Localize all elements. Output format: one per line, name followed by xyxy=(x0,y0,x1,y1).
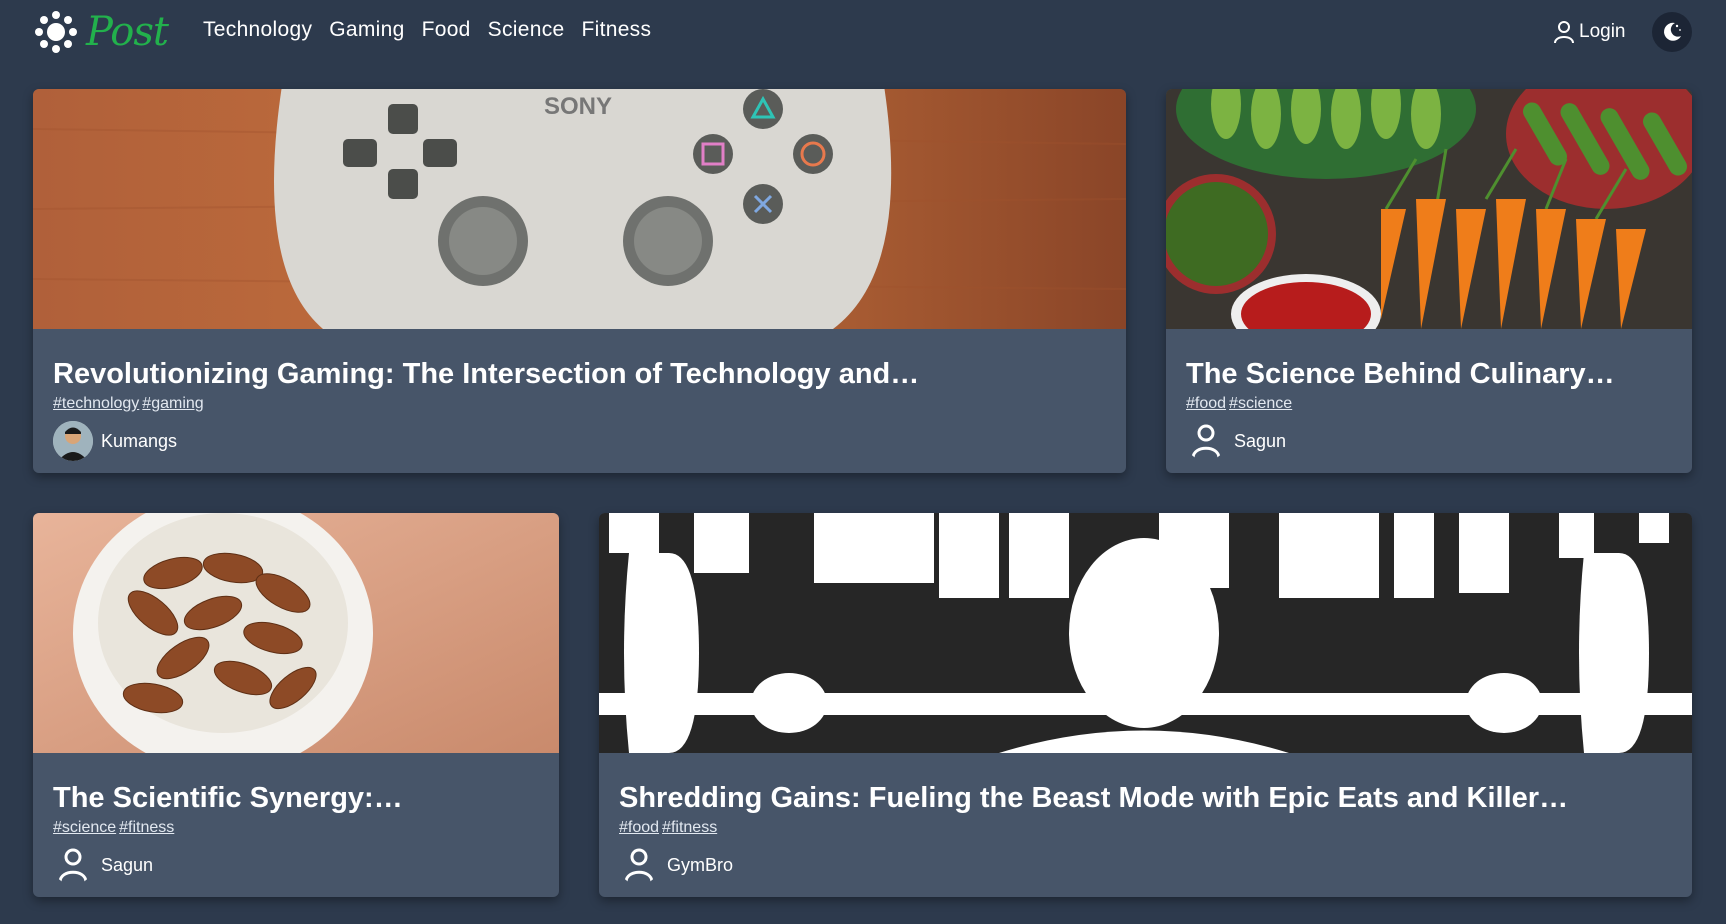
post-card[interactable]: The Scientific Synergy:… #science #fitne… xyxy=(33,513,559,897)
post-card[interactable]: The Science Behind Culinary… #food #scie… xyxy=(1166,89,1692,473)
moon-icon xyxy=(1664,22,1681,41)
author-name: Sagun xyxy=(101,854,154,875)
post-title[interactable]: The Science Behind Culinary… xyxy=(1186,357,1672,391)
author-name: GymBro xyxy=(667,854,734,875)
tag-link[interactable]: #science xyxy=(1229,395,1292,413)
svg-text:SONY: SONY xyxy=(544,93,612,120)
nav-link-technology[interactable]: Technology xyxy=(203,18,312,42)
sun-icon xyxy=(35,11,77,53)
tag-link[interactable]: #technology xyxy=(53,395,139,413)
brand-logo[interactable]: Post xyxy=(34,8,169,56)
nav-link-science[interactable]: Science xyxy=(488,18,565,42)
post-card[interactable]: Shredding Gains: Fueling the Beast Mode … xyxy=(599,513,1692,897)
user-icon xyxy=(1554,21,1574,44)
nav-link-fitness[interactable]: Fitness xyxy=(581,18,651,42)
post-tags: #food #science xyxy=(1186,395,1672,413)
post-tags: #science #fitness xyxy=(53,819,539,837)
post-author[interactable]: GymBro xyxy=(619,845,1672,885)
theme-toggle-button[interactable] xyxy=(1652,12,1692,52)
tag-link[interactable]: #science xyxy=(53,819,116,837)
post-card[interactable]: SONY Revolutionizing Gaming: The Interse… xyxy=(33,89,1126,473)
author-name: Kumangs xyxy=(101,430,178,451)
author-name: Sagun xyxy=(1234,430,1287,451)
post-title[interactable]: Revolutionizing Gaming: The Intersection… xyxy=(53,357,1106,391)
post-author[interactable]: Sagun xyxy=(53,845,539,885)
user-icon xyxy=(53,845,93,885)
post-image-almonds-bowl xyxy=(33,513,559,753)
user-icon xyxy=(619,845,659,885)
tag-link[interactable]: #food xyxy=(1186,395,1226,413)
user-icon xyxy=(1186,421,1226,461)
post-title[interactable]: Shredding Gains: Fueling the Beast Mode … xyxy=(619,781,1672,815)
post-author[interactable]: Sagun xyxy=(1186,421,1672,461)
post-title[interactable]: The Scientific Synergy:… xyxy=(53,781,539,815)
tag-link[interactable]: #fitness xyxy=(119,819,174,837)
nav-link-food[interactable]: Food xyxy=(422,18,471,42)
post-tags: #technology #gaming xyxy=(53,395,1106,413)
tag-link[interactable]: #gaming xyxy=(142,395,203,413)
author-avatar xyxy=(53,421,93,461)
nav-link-gaming[interactable]: Gaming xyxy=(329,18,404,42)
post-image-weightlifter xyxy=(599,513,1692,753)
navbar: Post Technology Gaming Food Science Fitn… xyxy=(0,0,1726,66)
post-image-game-controller: SONY xyxy=(33,89,1126,329)
tag-link[interactable]: #fitness xyxy=(662,819,717,837)
post-image-vegetables xyxy=(1166,89,1692,329)
post-author[interactable]: Kumangs xyxy=(53,421,1106,461)
post-tags: #food #fitness xyxy=(619,819,1672,837)
tag-link[interactable]: #food xyxy=(619,819,659,837)
brand-name: Post xyxy=(86,9,169,55)
login-label: Login xyxy=(1579,21,1626,42)
category-nav: Technology Gaming Food Science Fitness xyxy=(203,18,668,42)
login-button[interactable]: Login xyxy=(1553,20,1626,44)
